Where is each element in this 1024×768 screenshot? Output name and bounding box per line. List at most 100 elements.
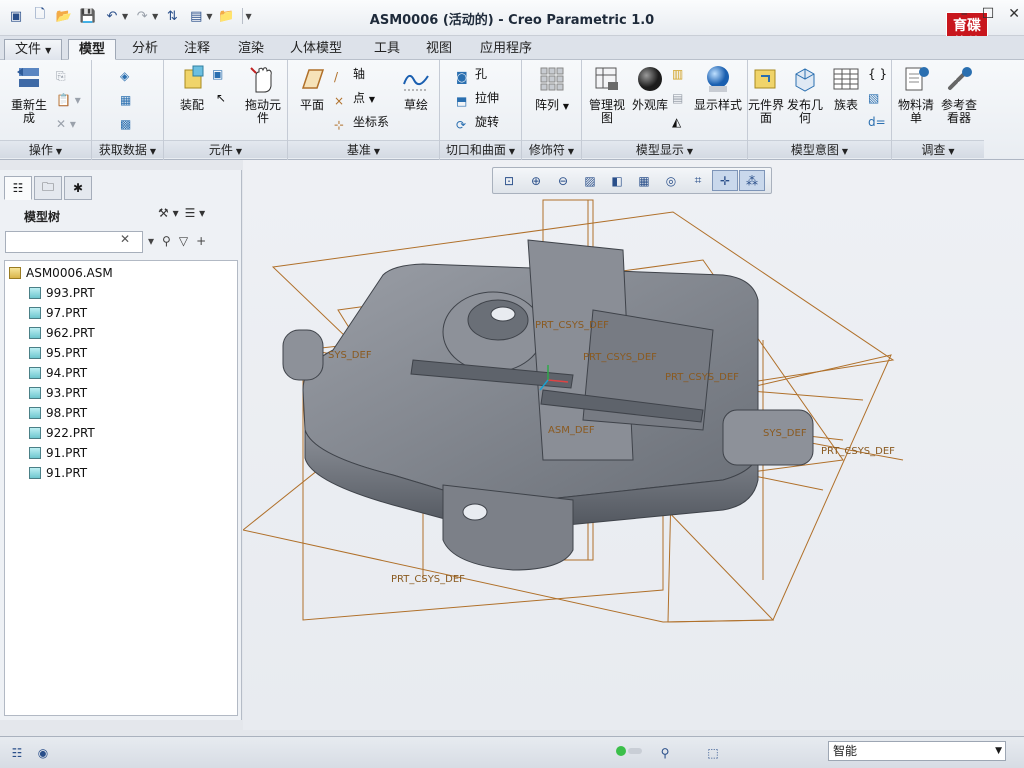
filter-icon[interactable]: ▽ <box>179 234 188 248</box>
plane-button[interactable]: 平面 <box>292 64 332 112</box>
favorites-tab-icon[interactable]: ✱ <box>64 176 92 200</box>
vise-assembly[interactable] <box>282 239 814 571</box>
bill-of-materials-button[interactable]: 物料清单 <box>894 64 938 125</box>
tree-item[interactable]: 993.PRT <box>29 283 95 303</box>
display-style-button[interactable]: 显示样式 <box>694 64 742 112</box>
repaint-icon[interactable]: ▨ <box>577 170 603 191</box>
tab-model[interactable]: 模型 <box>68 39 117 60</box>
search-dropdown-icon[interactable]: ▾ <box>148 234 154 248</box>
manage-views-button[interactable]: 管理视图 <box>584 64 630 125</box>
group-label-get-data[interactable]: 获取数据 ▼ <box>92 140 163 158</box>
browser-toggle-icon[interactable]: ◉ <box>32 743 54 763</box>
tab-analysis[interactable]: 分析 <box>122 39 168 60</box>
find-icon[interactable]: ⚲ <box>654 743 676 763</box>
tree-item[interactable]: 91.PRT <box>29 443 87 463</box>
tree-item[interactable]: 98.PRT <box>29 403 87 423</box>
group-label-investigate[interactable]: 调查 ▼ <box>892 140 984 158</box>
folder-browser-tab-icon[interactable]: 🗀 <box>34 176 62 200</box>
datum-label: SYS_DEF <box>328 350 372 361</box>
add-icon[interactable]: + <box>196 234 206 248</box>
group-label-model-display[interactable]: 模型显示 ▼ <box>582 140 747 158</box>
maximize-icon[interactable]: ☐ <box>982 6 995 22</box>
tab-applications[interactable]: 应用程序 <box>470 39 542 60</box>
tree-item[interactable]: 922.PRT <box>29 423 95 443</box>
point-label: 点 <box>353 91 366 105</box>
find-icon[interactable]: ⚲ <box>162 234 171 248</box>
datum-display-filters-icon[interactable]: ⌗ <box>685 170 711 191</box>
tab-render[interactable]: 渲染 <box>228 39 274 60</box>
sketch-button[interactable]: 草绘 <box>396 64 436 112</box>
tree-item[interactable]: 91.PRT <box>29 463 87 483</box>
assemble-button[interactable]: 装配 <box>168 64 216 112</box>
close-icon[interactable]: ✕ <box>1008 6 1020 22</box>
display-style-icon[interactable]: ◧ <box>604 170 630 191</box>
d-equals-button[interactable]: d= <box>868 112 886 132</box>
revolve-button[interactable]: ⟳ 旋转 <box>456 112 499 132</box>
zoom-in-icon[interactable]: ⊕ <box>523 170 549 191</box>
refit-icon[interactable]: ⊡ <box>496 170 522 191</box>
relations-icon[interactable]: { } <box>868 64 887 84</box>
family-table-button[interactable]: 族表 <box>828 64 864 112</box>
display-settings-icon[interactable]: ◭ <box>672 112 681 132</box>
hole-button[interactable]: ◙ 孔 <box>456 64 487 84</box>
group-label-modifiers[interactable]: 修饰符 ▼ <box>522 140 581 158</box>
tree-item[interactable]: 962.PRT <box>29 323 95 343</box>
component-interface-button[interactable]: 元件界面 <box>748 64 784 125</box>
spin-center-icon[interactable]: ✛ <box>712 170 738 191</box>
reference-viewer-button[interactable]: 参考查看器 <box>936 64 982 125</box>
user-defined-feature-icon[interactable]: ◈ <box>120 66 129 86</box>
tab-view[interactable]: 视图 <box>416 39 462 60</box>
revolve-icon: ⟳ <box>456 117 467 132</box>
saved-views-icon[interactable]: ▦ <box>631 170 657 191</box>
tree-item[interactable]: 93.PRT <box>29 383 87 403</box>
tree-item[interactable]: 95.PRT <box>29 343 87 363</box>
view-manager-icon[interactable]: ◎ <box>658 170 684 191</box>
drag-components-button[interactable]: 拖动元件 <box>242 64 284 125</box>
zoom-out-icon[interactable]: ⊖ <box>550 170 576 191</box>
delete-icon[interactable]: ✕ ▾ <box>56 114 76 134</box>
selection-filter-select[interactable]: 智能 ▼ <box>828 741 1006 761</box>
clear-search-icon[interactable]: ✕ <box>120 232 130 246</box>
copy-geometry-icon[interactable]: ▦ <box>120 90 131 110</box>
minimize-icon[interactable]: – <box>961 6 968 22</box>
tab-annotate[interactable]: 注释 <box>174 39 220 60</box>
shrinkwrap-icon[interactable]: ▩ <box>120 114 131 134</box>
group-label-cut-surface[interactable]: 切口和曲面 ▼ <box>440 140 521 158</box>
publish-geometry-button[interactable]: 发布几何 <box>786 64 824 125</box>
appearance-gallery-button[interactable]: 外观库 <box>630 64 670 112</box>
point-button[interactable]: × 点 ▼ <box>334 88 375 108</box>
parameters-icon[interactable]: ▧ <box>868 88 879 108</box>
group-label-model-intent[interactable]: 模型意图 ▼ <box>748 140 891 158</box>
graphics-window[interactable]: SYS_DEF PRT_CSYS_DEF PRT_CSYS_DEF PRT_CS… <box>243 160 1024 730</box>
group-label-datum[interactable]: 基准 ▼ <box>288 140 439 158</box>
model-viewport[interactable]: SYS_DEF PRT_CSYS_DEF PRT_CSYS_DEF PRT_CS… <box>243 160 1024 730</box>
component-label: 元件 <box>208 143 233 157</box>
tree-item[interactable]: 94.PRT <box>29 363 87 383</box>
group-datum: 平面 / 轴 × 点 ▼ ⊹ 坐标系 草绘 基准 ▼ <box>288 60 440 160</box>
tab-tools[interactable]: 工具 <box>364 39 410 60</box>
tree-settings-icon[interactable]: ⚒ ▾ <box>158 206 179 220</box>
group-label-operations[interactable]: 操作 ▼ <box>0 140 91 158</box>
tree-item[interactable]: 97.PRT <box>29 303 87 323</box>
axis-button[interactable]: / 轴 <box>334 64 365 84</box>
section-icon[interactable]: ▥ <box>672 64 683 84</box>
regenerate-button[interactable]: 重新生成 <box>6 64 52 125</box>
create-component-icon[interactable]: ▣ <box>212 64 223 84</box>
tab-file[interactable]: 文件 ▼ <box>4 39 63 60</box>
pattern-button[interactable]: 阵列 ▼ <box>530 64 574 113</box>
group-label-component[interactable]: 元件 ▼ <box>164 140 287 158</box>
select-cursor-icon[interactable]: ↖ <box>216 88 226 108</box>
window-controls: – ☐ ✕ <box>961 6 1020 22</box>
tree-root-item[interactable]: ASM0006.ASM <box>9 263 113 283</box>
tab-manikin[interactable]: 人体模型 <box>280 39 352 60</box>
model-tree-tab-icon[interactable]: ☷ <box>4 176 32 200</box>
coord-sys-button[interactable]: ⊹ 坐标系 <box>334 112 389 132</box>
extrude-button[interactable]: ⬒ 拉伸 <box>456 88 499 108</box>
navigator-toggle-icon[interactable]: ☷ <box>6 743 28 763</box>
tree-columns-icon[interactable]: ☰ ▾ <box>185 206 206 220</box>
copy-icon[interactable]: ⎘ <box>56 66 66 86</box>
paste-icon[interactable]: 📋 ▾ <box>56 90 81 110</box>
selection-box-icon[interactable]: ⬚ <box>702 743 724 763</box>
annotation-display-icon[interactable]: ⁂ <box>739 170 765 191</box>
layer-icon[interactable]: ▤ <box>672 88 683 108</box>
